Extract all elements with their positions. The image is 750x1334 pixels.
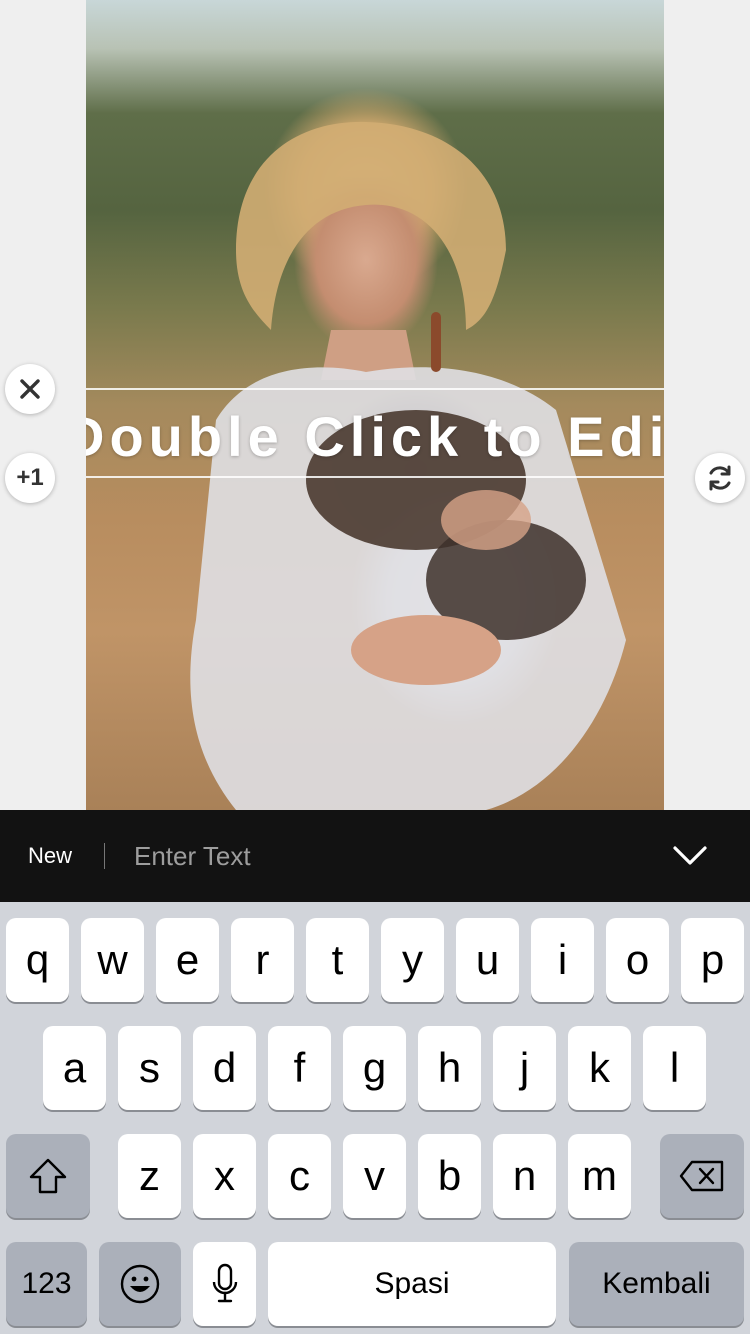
key-n[interactable]: n bbox=[493, 1134, 556, 1218]
return-key[interactable]: Kembali bbox=[569, 1242, 744, 1326]
key-p[interactable]: p bbox=[681, 918, 744, 1002]
shift-key[interactable] bbox=[6, 1134, 90, 1218]
key-c[interactable]: c bbox=[268, 1134, 331, 1218]
key-a[interactable]: a bbox=[43, 1026, 106, 1110]
key-l[interactable]: l bbox=[643, 1026, 706, 1110]
remove-text-button[interactable] bbox=[5, 364, 55, 414]
key-m[interactable]: m bbox=[568, 1134, 631, 1218]
rotate-text-button[interactable] bbox=[695, 453, 745, 503]
duplicate-text-button[interactable]: +1 bbox=[5, 453, 55, 503]
emoji-key[interactable] bbox=[99, 1242, 181, 1326]
enter-text-input[interactable] bbox=[134, 834, 614, 878]
key-f[interactable]: f bbox=[268, 1026, 331, 1110]
key-k[interactable]: k bbox=[568, 1026, 631, 1110]
key-y[interactable]: y bbox=[381, 918, 444, 1002]
overlay-text[interactable]: Double Click to Edit bbox=[86, 404, 664, 469]
text-overlay-box[interactable]: Double Click to Edit bbox=[86, 388, 664, 478]
key-z[interactable]: z bbox=[118, 1134, 181, 1218]
key-s[interactable]: s bbox=[118, 1026, 181, 1110]
dictation-key[interactable] bbox=[193, 1242, 256, 1326]
key-r[interactable]: r bbox=[231, 918, 294, 1002]
key-w[interactable]: w bbox=[81, 918, 144, 1002]
key-h[interactable]: h bbox=[418, 1026, 481, 1110]
backspace-key[interactable] bbox=[660, 1134, 744, 1218]
collapse-keyboard-button[interactable] bbox=[666, 838, 714, 874]
key-t[interactable]: t bbox=[306, 918, 369, 1002]
key-o[interactable]: o bbox=[606, 918, 669, 1002]
key-b[interactable]: b bbox=[418, 1134, 481, 1218]
key-x[interactable]: x bbox=[193, 1134, 256, 1218]
new-text-button[interactable]: New bbox=[28, 810, 72, 902]
backspace-icon bbox=[679, 1160, 724, 1192]
key-q[interactable]: q bbox=[6, 918, 69, 1002]
divider bbox=[104, 843, 105, 869]
rotate-icon bbox=[709, 465, 731, 491]
keyboard: q w e r t y u i o p a s d f g h j k l z … bbox=[0, 902, 750, 1334]
key-d[interactable]: d bbox=[193, 1026, 256, 1110]
microphone-icon bbox=[212, 1263, 237, 1303]
key-i[interactable]: i bbox=[531, 918, 594, 1002]
editor-canvas: Double Click to Edit +1 bbox=[0, 0, 750, 810]
space-key[interactable]: Spasi bbox=[268, 1242, 556, 1326]
text-input-bar: New bbox=[0, 810, 750, 902]
key-j[interactable]: j bbox=[493, 1026, 556, 1110]
key-e[interactable]: e bbox=[156, 918, 219, 1002]
close-icon bbox=[20, 379, 40, 399]
shift-icon bbox=[29, 1158, 67, 1194]
key-v[interactable]: v bbox=[343, 1134, 406, 1218]
key-u[interactable]: u bbox=[456, 918, 519, 1002]
key-g[interactable]: g bbox=[343, 1026, 406, 1110]
chevron-down-icon bbox=[673, 846, 707, 865]
emoji-icon bbox=[120, 1264, 160, 1304]
numbers-key[interactable]: 123 bbox=[6, 1242, 87, 1326]
